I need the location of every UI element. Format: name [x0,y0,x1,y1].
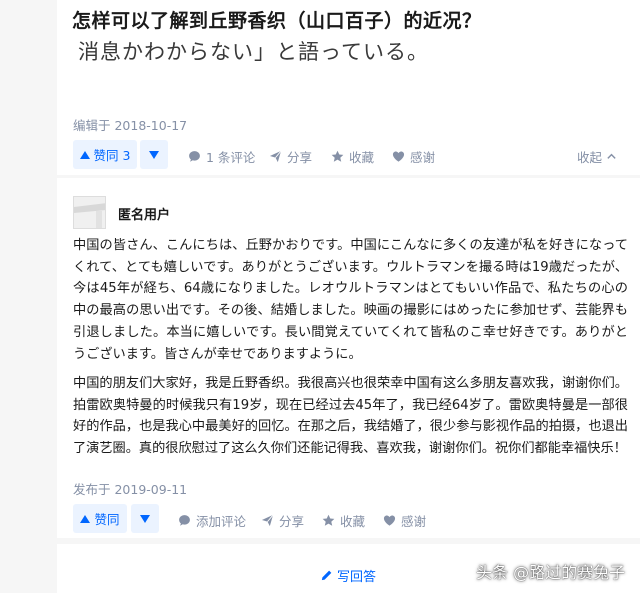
chevron-up-icon [607,153,616,159]
triangle-up-icon [80,514,91,523]
answer-quote-fragment: 消息かわからない」と語っている。 [78,40,429,64]
anonymous-avatar-icon [74,197,105,228]
triangle-up-icon [79,150,90,159]
heart-icon [383,515,396,526]
star-icon [331,150,344,162]
star-icon [322,514,335,526]
share-label: 分享 [279,514,305,529]
favorite-label: 收藏 [349,150,375,165]
collapse-button[interactable]: 收起 [577,147,617,166]
thanks-button[interactable]: 感谢 [383,511,426,530]
share-button[interactable]: 分享 [261,511,304,530]
published-date[interactable]: 发布于 2019-09-11 [73,479,187,498]
collapse-label: 收起 [577,150,603,165]
triangle-down-icon [149,150,159,159]
comments-button[interactable]: 1 条评论 [188,147,255,166]
author-name[interactable]: 匿名用户 [118,204,170,223]
upvote-label: 赞同 [94,512,120,527]
triangle-down-icon [140,514,150,523]
answer-paragraph-japanese: 中国の皆さん、こんにちは、丘野かおりです。中国にこんなに多くの友達が私を好きにな… [73,238,628,362]
share-label: 分享 [287,150,313,165]
favorite-label: 收藏 [340,514,366,529]
comment-icon [179,515,190,526]
share-icon [269,150,282,163]
edited-date[interactable]: 编辑于 2018-10-17 [73,115,187,134]
comment-icon [189,151,200,162]
thanks-label: 感谢 [401,514,427,529]
thanks-label: 感谢 [410,150,436,165]
upvote-button[interactable]: 赞同 3 [73,140,137,169]
comments-label: 1 条评论 [206,150,256,165]
downvote-button[interactable] [140,140,168,169]
share-button[interactable]: 分享 [269,147,312,166]
upvote-label: 赞同 3 [93,148,131,163]
question-title[interactable]: 怎样可以了解到丘野香织（山口百子）的近况？ [72,6,482,33]
write-answer-label: 写回答 [337,570,377,585]
upvote-button[interactable]: 赞同 [73,504,127,533]
add-comment-button[interactable]: 添加评论 [178,511,246,530]
favorite-button[interactable]: 收藏 [331,147,374,166]
favorite-button[interactable]: 收藏 [322,511,365,530]
avatar[interactable] [73,196,106,229]
thanks-button[interactable]: 感谢 [392,147,435,166]
add-comment-label: 添加评论 [196,514,247,529]
answer-paragraph-chinese: 中国的朋友们大家好，我是丘野香织。我很高兴也很荣幸中国有这么多朋友喜欢我，谢谢你… [73,376,628,457]
watermark: 头条 @路过的赛兔子 [476,563,626,582]
share-icon [261,514,274,527]
heart-icon [392,151,405,162]
pencil-icon [321,570,332,581]
downvote-button[interactable] [131,504,159,533]
write-answer-button[interactable]: 写回答 [320,566,376,585]
